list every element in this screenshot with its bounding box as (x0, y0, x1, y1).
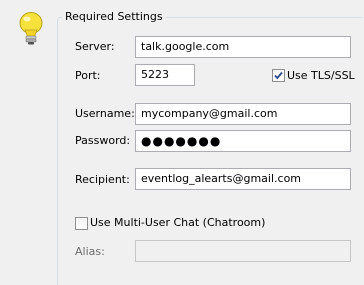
password-label: Password: (75, 134, 131, 147)
recipient-label: Recipient: (75, 173, 130, 186)
multi-user-chat-label: Use Multi-User Chat (Chatroom) (90, 216, 266, 229)
server-input[interactable]: talk.google.com (135, 36, 351, 58)
multi-user-chat-checkbox[interactable] (75, 217, 88, 230)
alias-label: Alias: (75, 245, 105, 258)
username-input[interactable]: mycompany@gmail.com (135, 103, 351, 125)
required-settings-panel: Required Settings Server: talk.google.co… (0, 0, 364, 285)
alias-input[interactable] (135, 240, 351, 262)
password-input[interactable]: ●●●●●●● (135, 130, 351, 152)
tls-label: Use TLS/SSL (287, 69, 355, 82)
tls-checkbox[interactable] (272, 69, 285, 82)
lightbulb-icon (19, 12, 43, 45)
recipient-input[interactable]: eventlog_alearts@gmail.com (135, 168, 351, 190)
group-title: Required Settings (62, 10, 166, 23)
server-label: Server: (75, 40, 115, 53)
checkmark-icon (274, 71, 283, 80)
port-label: Port: (75, 69, 101, 82)
port-input[interactable]: 5223 (135, 64, 195, 86)
username-label: Username: (75, 107, 135, 120)
